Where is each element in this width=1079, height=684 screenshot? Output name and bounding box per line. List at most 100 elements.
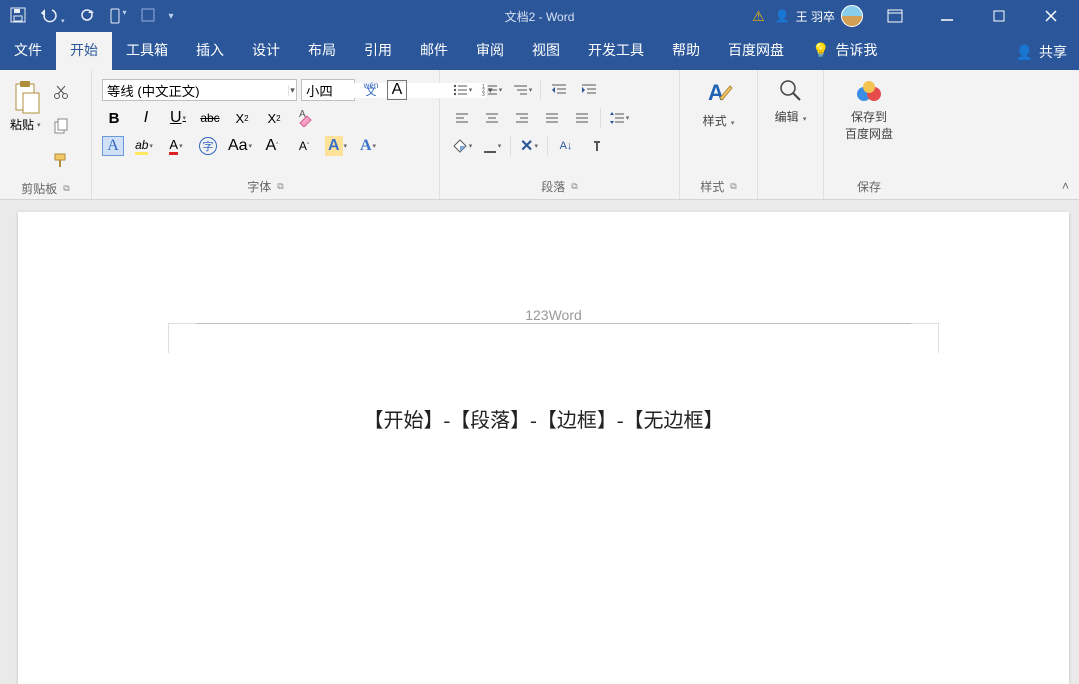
tab-toolbox[interactable]: 工具箱	[112, 32, 182, 70]
font-size-combo[interactable]: ▾	[301, 79, 355, 101]
chevron-down-icon[interactable]: ▾	[288, 85, 296, 96]
font-group-label: 字体	[247, 178, 271, 195]
redo-icon[interactable]	[79, 7, 95, 26]
save-label: 保存	[857, 178, 881, 195]
borders-button[interactable]: ▾	[480, 134, 504, 158]
line-spacing-button[interactable]: ▾	[607, 106, 631, 130]
copy-icon[interactable]	[49, 114, 73, 138]
tab-tellme[interactable]: 💡 告诉我	[798, 32, 891, 70]
font-name-input[interactable]	[103, 83, 288, 98]
tellme-label: 告诉我	[835, 40, 877, 60]
phonetic-guide-button[interactable]: wén文	[359, 78, 383, 102]
format-painter-icon[interactable]	[49, 148, 73, 172]
align-left-button[interactable]	[450, 106, 474, 130]
styles-launcher-icon[interactable]: ⧉	[730, 181, 736, 192]
font-name-combo[interactable]: ▾	[102, 79, 297, 101]
save-baidu-button[interactable]: 保存到 百度网盘	[835, 74, 903, 176]
avatar	[841, 5, 863, 27]
tab-insert[interactable]: 插入	[182, 32, 238, 70]
header-text: 123Word	[168, 307, 939, 323]
undo-icon[interactable]: ▾	[40, 7, 65, 26]
tab-design[interactable]: 设计	[238, 32, 294, 70]
grow-font-button[interactable]: Aˆ	[260, 134, 284, 158]
editing-button[interactable]: 编辑 ▾	[765, 74, 817, 193]
font-color-button[interactable]: A▾	[164, 134, 188, 158]
change-case-button[interactable]: Aa▾	[228, 134, 252, 158]
distribute-button[interactable]	[570, 106, 594, 130]
char-shading-button[interactable]: A	[102, 136, 124, 156]
save-line1: 保存到	[851, 108, 887, 125]
tab-home[interactable]: 开始	[56, 32, 112, 70]
account-area[interactable]: ⚠ 👤 王 羽卒	[752, 5, 863, 27]
show-marks-button[interactable]	[584, 134, 608, 158]
numbering-button[interactable]: 123▾	[480, 78, 504, 102]
touch-mode-icon[interactable]: ▾	[109, 8, 127, 24]
shrink-font-button[interactable]: Aˇ	[292, 134, 316, 158]
minimize-button[interactable]	[927, 0, 967, 32]
char-border-button[interactable]: A	[387, 80, 407, 100]
collapse-ribbon-icon[interactable]: ˄	[1062, 179, 1069, 193]
align-center-button[interactable]	[480, 106, 504, 130]
cut-icon[interactable]	[49, 80, 73, 104]
group-font: ▾ ▾ wén文 A B I U▾ abc X2 X2 A A ab▾ A▾ 字…	[92, 70, 440, 199]
page-header: 123Word	[168, 307, 939, 353]
tab-mailings[interactable]: 邮件	[406, 32, 462, 70]
share-button[interactable]: 👤 共享	[1004, 34, 1079, 70]
paragraph-launcher-icon[interactable]: ⧉	[571, 181, 577, 192]
sort-button[interactable]: A↓	[554, 134, 578, 158]
tab-view[interactable]: 视图	[518, 32, 574, 70]
window-title: 文档2 - Word	[505, 8, 575, 25]
body-text: 【开始】-【段落】-【边框】-【无边框】	[18, 404, 1069, 433]
text-effects-button[interactable]: A▾	[324, 134, 348, 158]
tab-references[interactable]: 引用	[350, 32, 406, 70]
qat-customize-icon[interactable]: ▾	[169, 11, 174, 22]
clear-format-button[interactable]: A	[294, 106, 318, 130]
group-clipboard: 粘贴▾ 剪贴板⧉	[0, 70, 92, 199]
subscript-button[interactable]: X2	[230, 106, 254, 130]
text-effects2-button[interactable]: A▾	[356, 134, 380, 158]
tab-layout[interactable]: 布局	[294, 32, 350, 70]
search-icon	[778, 78, 804, 104]
document-page[interactable]: 123Word 【开始】-【段落】-【边框】-【无边框】	[18, 212, 1069, 684]
tab-review[interactable]: 审阅	[462, 32, 518, 70]
tab-developer[interactable]: 开发工具	[574, 32, 658, 70]
group-paragraph: ▾ 123▾ ▾ ▾ ▾ ▾ ✕▾	[440, 70, 680, 199]
save-line2: 百度网盘	[845, 125, 893, 142]
align-right-button[interactable]	[510, 106, 534, 130]
maximize-button[interactable]	[979, 0, 1019, 32]
ribbon-display-button[interactable]	[875, 0, 915, 32]
editing-label: 编辑	[775, 110, 799, 124]
justify-button[interactable]	[540, 106, 564, 130]
qat-placeholder-icon[interactable]	[141, 8, 155, 25]
highlight-button[interactable]: ab▾	[132, 134, 156, 158]
enclosed-char-button[interactable]: 字	[196, 134, 220, 158]
paste-button[interactable]: 粘贴▾	[10, 80, 41, 133]
styles-button[interactable]: A 样式 ▾	[693, 74, 745, 176]
bullets-button[interactable]: ▾	[450, 78, 474, 102]
tab-file[interactable]: 文件	[0, 32, 56, 70]
font-launcher-icon[interactable]: ⧉	[277, 181, 283, 192]
italic-button[interactable]: I	[134, 106, 158, 130]
svg-text:3: 3	[482, 92, 485, 97]
ribbon-tabs: 文件 开始 工具箱 插入 设计 布局 引用 邮件 审阅 视图 开发工具 帮助 百…	[0, 32, 1079, 70]
styles-label: 样式	[700, 178, 724, 195]
asian-layout-button[interactable]: ✕▾	[517, 134, 541, 158]
shading-button[interactable]: ▾	[450, 134, 474, 158]
titlebar: ▾ ▾ ▾ 文档2 - Word ⚠ 👤 王 羽卒	[0, 0, 1079, 32]
svg-text:A: A	[299, 109, 306, 120]
multilevel-button[interactable]: ▾	[510, 78, 534, 102]
close-button[interactable]	[1031, 0, 1071, 32]
strike-button[interactable]: abc	[198, 106, 222, 130]
clipboard-launcher-icon[interactable]: ⧉	[63, 183, 69, 194]
superscript-button[interactable]: X2	[262, 106, 286, 130]
styles-big-label: 样式	[703, 114, 727, 128]
save-icon[interactable]	[10, 7, 26, 26]
dec-indent-button[interactable]	[547, 78, 571, 102]
lightbulb-icon: 💡	[812, 42, 829, 59]
bold-button[interactable]: B	[102, 106, 126, 130]
paste-label: 粘贴	[10, 116, 34, 133]
underline-button[interactable]: U▾	[166, 106, 190, 130]
tab-help[interactable]: 帮助	[658, 32, 714, 70]
tab-baidu[interactable]: 百度网盘	[714, 32, 798, 70]
inc-indent-button[interactable]	[577, 78, 601, 102]
